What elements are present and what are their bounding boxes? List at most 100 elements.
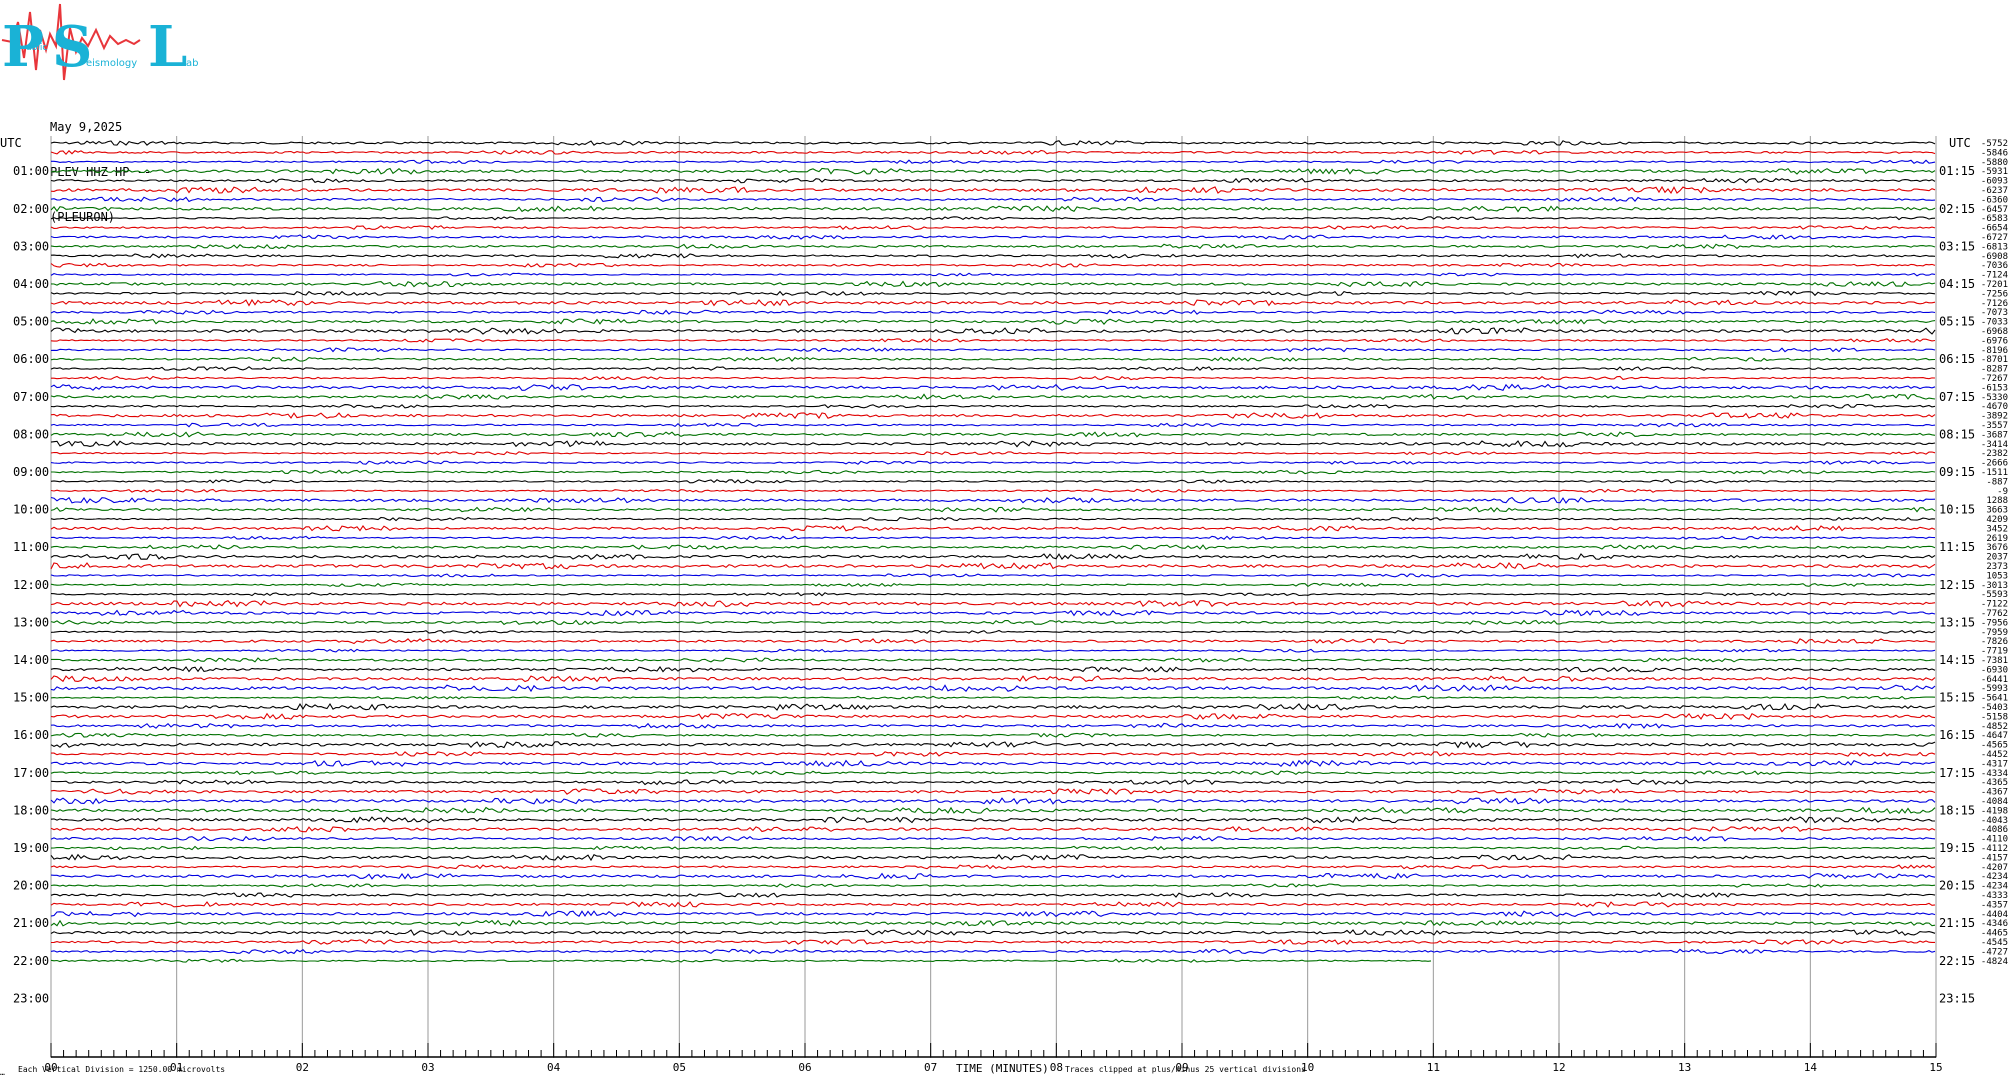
hour-label-right: 19:15 [1939, 841, 1975, 855]
seismic-trace [50, 366, 1936, 372]
hour-label-right: 15:15 [1939, 691, 1975, 705]
hour-label-right: 03:15 [1939, 239, 1975, 253]
x-tick-label: 15 [1929, 1061, 1942, 1074]
seismic-trace [50, 638, 1936, 645]
hour-label-left: 23:00 [13, 991, 49, 1005]
seismic-trace [50, 648, 1936, 653]
hour-label-right: 20:15 [1939, 879, 1975, 893]
seismic-trace [50, 356, 1936, 362]
seismic-trace [50, 910, 1936, 918]
hour-label-right: 18:15 [1939, 803, 1975, 817]
seismic-trace [50, 684, 1936, 693]
hour-label-left: 05:00 [13, 315, 49, 329]
seismic-trace [50, 872, 1936, 880]
hour-label-left: 19:00 [13, 841, 49, 855]
hour-label-left: 03:00 [13, 239, 49, 253]
seismic-trace [50, 562, 1936, 570]
hour-label-left: 17:00 [13, 766, 49, 780]
seismic-trace [50, 243, 1936, 250]
seismic-trace [50, 599, 1936, 608]
seismic-trace [50, 845, 1936, 851]
seismic-trace [50, 422, 1936, 428]
seismic-trace [50, 853, 1936, 862]
hour-label-left: 10:00 [13, 503, 49, 517]
seismic-trace [50, 412, 1936, 419]
seismic-trace [50, 958, 1432, 963]
seismic-trace [50, 816, 1936, 824]
seismic-trace [50, 629, 1936, 634]
seismic-trace [50, 488, 1936, 493]
hour-label-left: 01:00 [13, 164, 49, 178]
seismic-trace [50, 338, 1936, 343]
hour-label-right: 08:15 [1939, 427, 1975, 441]
seismic-trace [50, 327, 1936, 335]
seismic-trace [50, 383, 1936, 391]
hour-label-right: 16:15 [1939, 728, 1975, 742]
seismic-trace [50, 573, 1936, 578]
seismic-trace [50, 770, 1936, 776]
x-axis-title: TIME (MINUTES) [956, 1062, 1049, 1075]
corner-mark: … [0, 1068, 5, 1077]
hour-label-left: 11:00 [13, 540, 49, 554]
seismic-trace [50, 290, 1936, 297]
seismic-trace [50, 741, 1936, 749]
seismic-trace [50, 544, 1936, 550]
seismic-trace [50, 167, 1936, 175]
seismic-trace [51, 159, 1936, 164]
seismic-trace [50, 140, 1936, 146]
seismic-trace [50, 619, 1936, 626]
hour-label-left: 07:00 [13, 390, 49, 404]
hour-label-right: 23:15 [1939, 991, 1975, 1005]
seismic-trace [50, 826, 1936, 833]
seismic-trace [50, 901, 1936, 908]
hour-label-left: 22:00 [13, 954, 49, 968]
seismic-trace [51, 657, 1935, 663]
seismic-trace [50, 675, 1936, 683]
right-utc-title: UTC [1949, 136, 1971, 150]
x-tick-label: 05 [673, 1061, 686, 1074]
seismic-trace [50, 702, 1936, 711]
seismic-trace [50, 722, 1936, 730]
seismic-trace [50, 506, 1936, 513]
seismic-trace [50, 431, 1936, 438]
seismic-trace [50, 440, 1936, 448]
seismic-trace [50, 205, 1936, 213]
seismic-trace [50, 451, 1936, 456]
seismic-trace [50, 938, 1935, 946]
hour-label-left: 04:00 [13, 277, 49, 291]
hour-label-left: 16:00 [13, 728, 49, 742]
hour-label-left: 08:00 [13, 427, 49, 441]
seismic-trace [50, 185, 1936, 195]
x-tick-label: 03 [421, 1061, 434, 1074]
seismic-trace [50, 609, 1936, 617]
seismic-trace [50, 525, 1936, 532]
x-tick-label: 06 [798, 1061, 811, 1074]
hour-label-left: 09:00 [13, 465, 49, 479]
seismic-trace [50, 806, 1936, 815]
hour-label-left: 15:00 [13, 691, 49, 705]
seismic-trace [50, 666, 1936, 673]
hour-label-right: 06:15 [1939, 352, 1975, 366]
seismic-trace [51, 751, 1936, 757]
seismic-trace [50, 298, 1936, 307]
hour-label-right: 14:15 [1939, 653, 1975, 667]
hour-label-left: 18:00 [13, 803, 49, 817]
hour-label-right: 10:15 [1939, 503, 1975, 517]
seismic-trace [50, 216, 1936, 221]
seismic-trace [50, 695, 1936, 700]
hour-label-left: 20:00 [13, 879, 49, 893]
seismic-trace [50, 592, 1936, 597]
seismic-trace [50, 347, 1936, 353]
seismic-trace [50, 253, 1936, 259]
seismic-trace [50, 516, 1936, 522]
seismic-trace [50, 712, 1936, 721]
x-tick-label: 04 [547, 1061, 561, 1074]
left-utc-title: UTC [0, 136, 22, 150]
seismic-trace [50, 835, 1936, 842]
seismic-trace [50, 479, 1936, 484]
x-tick-label: 13 [1678, 1061, 1691, 1074]
seismic-trace [50, 535, 1936, 541]
hour-label-right: 17:15 [1939, 766, 1975, 780]
seismic-trace [50, 177, 1936, 184]
hour-label-right: 05:15 [1939, 315, 1975, 329]
